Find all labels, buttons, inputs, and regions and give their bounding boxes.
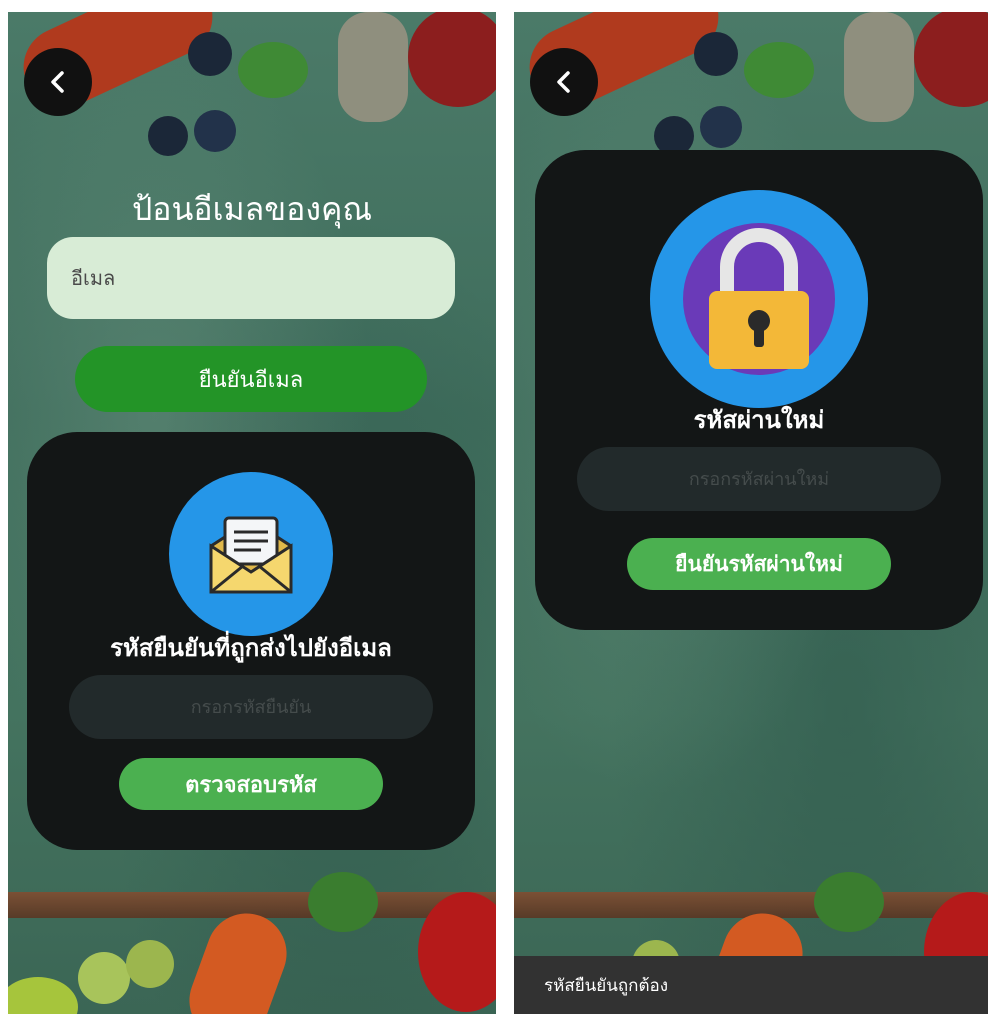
vegetable-decoration xyxy=(8,977,78,1014)
envelope-icon-badge xyxy=(169,472,333,636)
vegetable-decoration xyxy=(744,42,814,98)
vegetable-decoration xyxy=(844,12,914,122)
vegetable-decoration xyxy=(238,42,308,98)
confirm-new-password-button[interactable]: ยืนยันรหัสผ่านใหม่ xyxy=(627,538,891,590)
email-input[interactable] xyxy=(47,237,455,319)
verification-code-input[interactable] xyxy=(69,675,433,739)
verification-code-card: รหัสยืนยันที่ถูกส่งไปยังอีเมล ตรวจสอบรหั… xyxy=(27,432,475,850)
vegetable-decoration xyxy=(408,12,496,107)
chevron-left-icon xyxy=(51,71,64,93)
padlock-icon xyxy=(683,223,835,375)
vegetable-decoration xyxy=(194,110,236,152)
vegetable-decoration xyxy=(126,940,174,988)
verify-email-button[interactable]: ยืนยันอีเมล xyxy=(75,346,427,412)
vegetable-decoration xyxy=(694,32,738,76)
vegetable-decoration xyxy=(700,106,742,148)
new-password-input[interactable] xyxy=(577,447,941,511)
snackbar: รหัสยืนยันถูกต้อง xyxy=(514,956,988,1014)
vegetable-decoration xyxy=(178,902,298,1014)
new-password-title: รหัสผ่านใหม่ xyxy=(693,406,825,434)
new-password-screen: รหัสผ่านใหม่ ยืนยันรหัสผ่านใหม่ รหัสยืนย… xyxy=(514,12,988,1014)
vegetable-decoration xyxy=(78,952,130,1004)
new-password-card: รหัสผ่านใหม่ ยืนยันรหัสผ่านใหม่ xyxy=(535,150,983,630)
vegetable-decoration xyxy=(308,872,378,932)
vegetable-decoration xyxy=(914,12,988,107)
page-title: ป้อนอีเมลของคุณ xyxy=(131,190,373,228)
snackbar-message: รหัสยืนยันถูกต้อง xyxy=(544,975,669,996)
back-button[interactable] xyxy=(530,48,598,116)
chevron-left-icon xyxy=(557,71,570,93)
verification-title: รหัสยืนยันที่ถูกส่งไปยังอีเมล xyxy=(110,634,392,662)
email-verification-screen: ป้อนอีเมลของคุณ ยืนยันอีเมล รหัสยืนยันที… xyxy=(8,12,496,1014)
check-code-button[interactable]: ตรวจสอบรหัส xyxy=(119,758,383,810)
padlock-icon-badge xyxy=(650,190,868,408)
vegetable-decoration xyxy=(814,872,884,932)
vegetable-decoration xyxy=(148,116,188,156)
vegetable-decoration xyxy=(188,32,232,76)
vegetable-decoration xyxy=(338,12,408,122)
envelope-letter-icon xyxy=(209,516,293,594)
back-button[interactable] xyxy=(24,48,92,116)
